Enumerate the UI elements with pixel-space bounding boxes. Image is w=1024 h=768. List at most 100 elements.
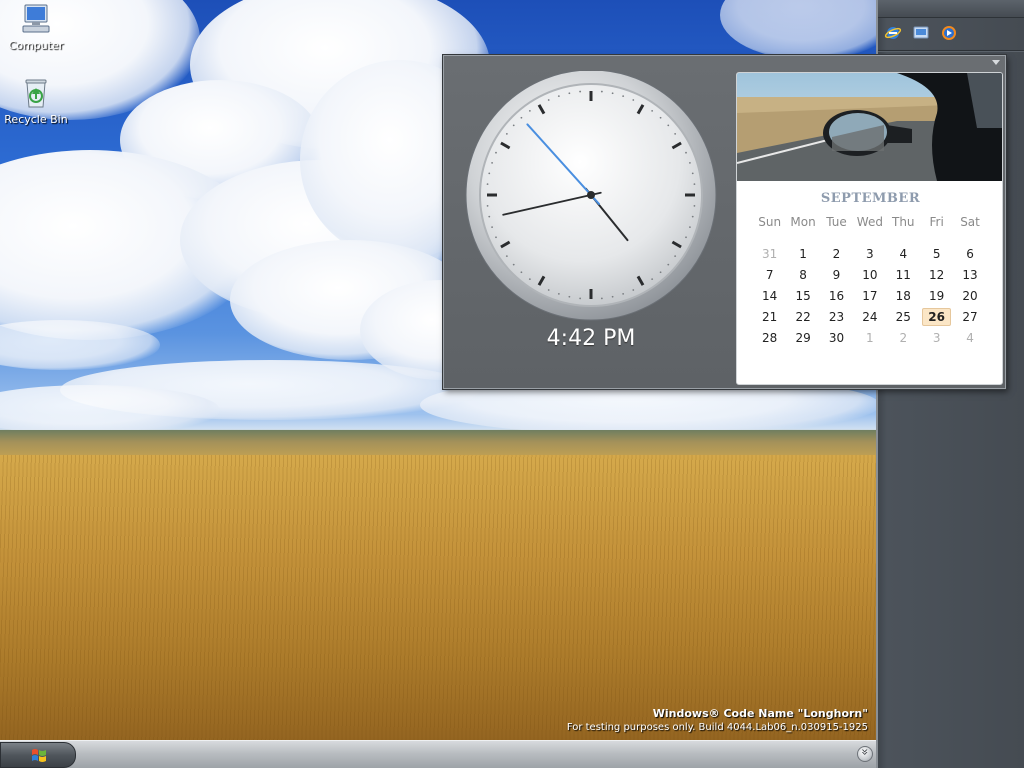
calendar-day-number: 24 bbox=[862, 309, 878, 324]
calendar-week-row: 31 1 2 3 4 5 6 bbox=[753, 243, 987, 264]
panel-menu-chevron-down-icon[interactable] bbox=[991, 58, 1001, 66]
weekday-label: Mon bbox=[790, 215, 816, 229]
calendar-day[interactable]: 8 bbox=[786, 268, 819, 282]
clock-minute-dot bbox=[667, 124, 670, 127]
clock-minute-dot bbox=[547, 289, 550, 291]
calendar-day[interactable]: 14 bbox=[753, 289, 786, 303]
analog-clock bbox=[465, 71, 717, 321]
clock-minute-dot bbox=[691, 172, 694, 175]
show-desktop-icon[interactable] bbox=[912, 24, 930, 42]
sidebar-top-bar[interactable] bbox=[878, 0, 1024, 18]
calendar-day[interactable]: 13 bbox=[953, 268, 986, 282]
calendar-day-number: 26 bbox=[922, 307, 951, 326]
watermark-title: Windows® Code Name "Longhorn" bbox=[652, 707, 868, 720]
calendar-day[interactable]: 4 bbox=[953, 331, 986, 345]
calendar-day[interactable]: 2 bbox=[820, 247, 853, 261]
calendar-day[interactable]: 3 bbox=[920, 331, 953, 345]
clock-minute-dot bbox=[632, 289, 635, 291]
calendar-day-number: 25 bbox=[895, 309, 911, 324]
calendar-day-number: 2 bbox=[899, 330, 908, 345]
calendar-day[interactable]: 21 bbox=[753, 310, 786, 324]
clock-minute-dot bbox=[622, 95, 625, 97]
clock-minute-dot bbox=[557, 95, 560, 97]
calendar-day[interactable]: 16 bbox=[820, 289, 853, 303]
calendar-day[interactable]: 28 bbox=[753, 331, 786, 345]
calendar-day[interactable]: 9 bbox=[820, 268, 853, 282]
calendar-day[interactable]: 18 bbox=[887, 289, 920, 303]
clock-minute-dot bbox=[568, 92, 571, 95]
calendar-day-number: 18 bbox=[895, 288, 911, 303]
calendar-grid: Sun Mon Tue Wed Thu Fri Sat 31 1 2 3 4 5 6 7 8 9 1… bbox=[753, 215, 987, 348]
calendar-day-number: 22 bbox=[795, 309, 811, 324]
calendar-day[interactable]: 12 bbox=[920, 268, 953, 282]
clock-minute-dot bbox=[568, 295, 571, 298]
recycle-bin-icon bbox=[25, 79, 47, 108]
clock-minute-dot bbox=[520, 116, 523, 119]
desktop-icon-recycle-bin[interactable]: Recycle Bin bbox=[0, 76, 72, 126]
calendar-day[interactable]: 3 bbox=[853, 247, 886, 261]
clock-minute-dot bbox=[611, 92, 614, 95]
quick-launch bbox=[884, 24, 958, 46]
calendar-day[interactable]: 11 bbox=[887, 268, 920, 282]
calendar-day-number: 27 bbox=[962, 309, 978, 324]
calendar-day-number: 13 bbox=[962, 267, 978, 282]
calendar-day-number: 1 bbox=[866, 330, 874, 345]
calendar-day[interactable]: 20 bbox=[953, 289, 986, 303]
calendar-day-number: 29 bbox=[795, 330, 811, 345]
desktop-icon-label: Recycle Bin bbox=[4, 113, 68, 126]
watermark-build: For testing purposes only. Build 4044.La… bbox=[566, 722, 868, 733]
clock-minute-dot bbox=[505, 132, 508, 135]
clock-minute-dot bbox=[520, 271, 523, 274]
calendar-day[interactable]: 6 bbox=[953, 247, 986, 261]
calendar-day[interactable]: 23 bbox=[820, 310, 853, 324]
clock-minute-dot bbox=[491, 161, 493, 164]
calendar-day-number: 1 bbox=[799, 246, 807, 261]
calendar-day[interactable]: 15 bbox=[786, 289, 819, 303]
clock-minute-dot bbox=[495, 151, 497, 154]
weekday-label: Tue bbox=[826, 215, 847, 229]
calendar-day[interactable]: 27 bbox=[953, 310, 986, 324]
calendar-day[interactable]: 2 bbox=[887, 331, 920, 345]
clock-minute-dot bbox=[685, 236, 687, 239]
clock-minute-dot bbox=[488, 172, 491, 175]
calendar-day[interactable]: 19 bbox=[920, 289, 953, 303]
internet-explorer-icon[interactable] bbox=[884, 24, 902, 42]
calendar-day[interactable]: 5 bbox=[920, 247, 953, 261]
calendar-gadget: SEPTEMBER Sun Mon Tue Wed Thu Fri Sat 31… bbox=[736, 72, 1003, 385]
calendar-day[interactable]: 24 bbox=[853, 310, 886, 324]
build-watermark: Windows® Code Name "Longhorn" For testin… bbox=[567, 707, 868, 735]
clock-minute-dot bbox=[674, 255, 677, 258]
calendar-day[interactable]: 17 bbox=[853, 289, 886, 303]
tray-chevron-down-icon[interactable] bbox=[857, 746, 873, 762]
clock-minute-dot bbox=[689, 161, 691, 164]
clock-minute-dot bbox=[488, 215, 491, 218]
clock-minute-dot bbox=[689, 226, 691, 229]
calendar-day[interactable]: 10 bbox=[853, 268, 886, 282]
clock-minute-dot bbox=[685, 151, 687, 154]
clock-minute-dot bbox=[600, 297, 603, 300]
clock-minute-dot bbox=[495, 236, 497, 239]
calendar-day[interactable]: 30 bbox=[820, 331, 853, 345]
calendar-day[interactable]: 29 bbox=[786, 331, 819, 345]
calendar-day[interactable]: 31 bbox=[753, 247, 786, 261]
clock-minute-dot bbox=[659, 116, 662, 119]
desktop-icon-computer[interactable]: Computer bbox=[0, 2, 72, 52]
calendar-day-number: 4 bbox=[966, 330, 974, 345]
calendar-day[interactable]: 4 bbox=[887, 247, 920, 261]
calendar-day[interactable]: 7 bbox=[753, 268, 786, 282]
clock-minute-dot bbox=[512, 263, 515, 266]
calendar-day-today[interactable]: 26 bbox=[920, 307, 953, 326]
clock-minute-dot bbox=[674, 132, 677, 135]
start-button[interactable] bbox=[0, 742, 76, 768]
calendar-day[interactable]: 22 bbox=[786, 310, 819, 324]
calendar-day-number: 4 bbox=[899, 246, 908, 261]
calendar-day[interactable]: 1 bbox=[786, 247, 819, 261]
clock-minute-dot bbox=[651, 109, 654, 112]
calendar-day[interactable]: 1 bbox=[853, 331, 886, 345]
taskbar bbox=[0, 740, 876, 768]
calendar-day[interactable]: 25 bbox=[887, 310, 920, 324]
clock-minute-dot bbox=[505, 255, 508, 258]
clock-minute-dot bbox=[632, 99, 635, 101]
clock-minute-dot bbox=[491, 226, 493, 229]
media-player-icon[interactable] bbox=[940, 24, 958, 42]
